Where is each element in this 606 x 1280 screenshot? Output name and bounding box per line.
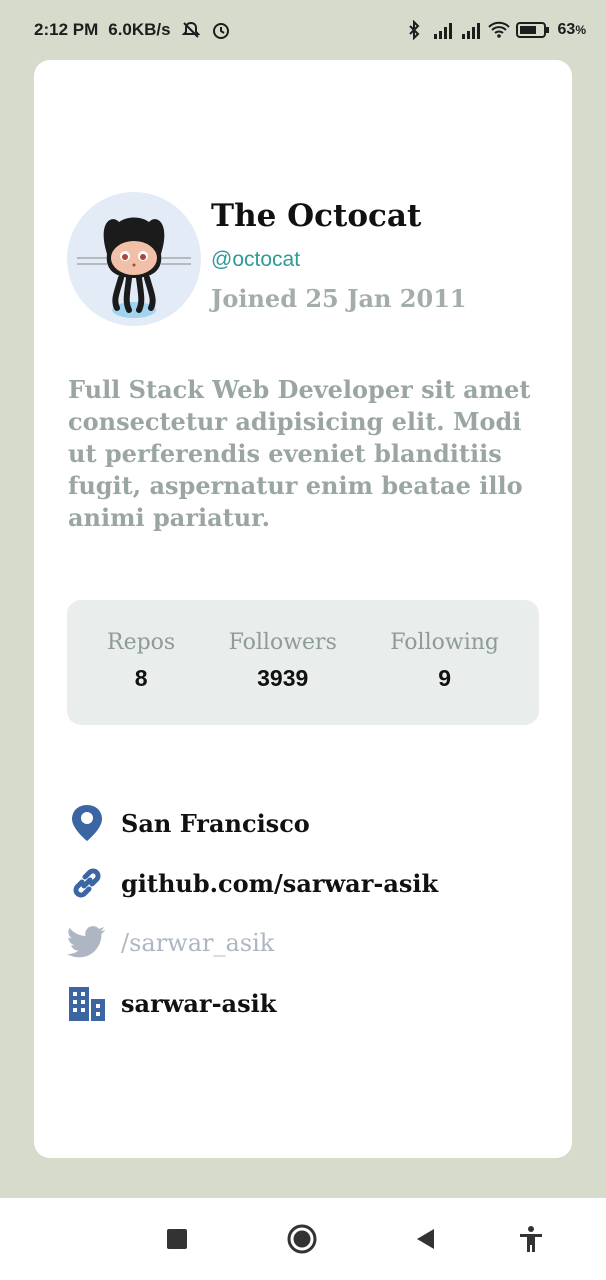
status-time: 2:12 PM: [34, 20, 99, 39]
wifi-icon: [487, 20, 510, 40]
recent-apps-button[interactable]: [162, 1224, 192, 1254]
stat-label: Following: [390, 630, 499, 655]
stat-value: 9: [438, 665, 451, 691]
company-text: sarwar-asik: [121, 988, 277, 1018]
stat-following: Following 9: [390, 630, 499, 725]
website-link[interactable]: github.com/sarwar-asik: [121, 869, 438, 898]
location-pin-icon: [67, 803, 107, 843]
location-text: San Francisco: [121, 808, 310, 838]
profile-bio: Full Stack Web Developer sit amet consec…: [68, 375, 531, 532]
square-icon: [167, 1229, 187, 1249]
stat-label: Repos: [107, 630, 176, 655]
twitter-row[interactable]: /sarwar_asik: [67, 913, 438, 973]
status-left: 2:12 PM 6.0KB/s: [34, 20, 231, 40]
home-button[interactable]: [287, 1224, 317, 1254]
back-button[interactable]: [410, 1224, 440, 1254]
status-right: 63%: [404, 19, 586, 41]
avatar: [67, 192, 201, 326]
joined-date: Joined 25 Jan 2011: [211, 284, 467, 313]
stat-value: 8: [134, 665, 148, 691]
alarm-icon: [211, 20, 231, 40]
profile-card: The Octocat @octocat Joined 25 Jan 2011 …: [34, 60, 572, 1158]
battery-level: 63%: [557, 21, 586, 38]
circle-icon: [287, 1224, 317, 1254]
company-row: sarwar-asik: [67, 973, 438, 1033]
navigation-bar: [0, 1198, 606, 1280]
stat-repos: Repos 8: [107, 630, 175, 725]
stat-label: Followers: [228, 630, 337, 655]
profile-handle-link[interactable]: @octocat: [211, 248, 467, 272]
website-row[interactable]: github.com/sarwar-asik: [67, 853, 438, 913]
stat-followers: Followers 3939: [229, 630, 337, 725]
notifications-off-icon: [181, 20, 201, 40]
stat-value: 3939: [257, 665, 309, 691]
battery-icon: [515, 20, 550, 40]
status-bar: 2:12 PM 6.0KB/s 63%: [0, 0, 606, 60]
profile-links: San Francisco github.com/sarwar-asik /sa…: [67, 793, 438, 1033]
location-row: San Francisco: [67, 793, 438, 853]
accessibility-icon: [520, 1226, 542, 1252]
octocat-image: [77, 217, 191, 318]
signal-icon: [432, 20, 452, 40]
link-icon: [67, 863, 107, 903]
profile-identity: The Octocat @octocat Joined 25 Jan 2011: [211, 198, 467, 326]
twitter-icon: [67, 923, 107, 963]
signal-icon: [460, 20, 480, 40]
profile-name: The Octocat: [211, 198, 422, 234]
accessibility-button[interactable]: [516, 1224, 546, 1254]
network-speed: 6.0KB/s: [108, 20, 171, 39]
triangle-back-icon: [417, 1229, 434, 1249]
building-icon: [67, 983, 107, 1023]
bluetooth-icon: [404, 19, 424, 41]
stats-panel: Repos 8 Followers 3939 Following 9: [67, 600, 539, 725]
profile-header: The Octocat @octocat Joined 25 Jan 2011: [67, 192, 467, 326]
twitter-link[interactable]: /sarwar_asik: [121, 929, 274, 957]
